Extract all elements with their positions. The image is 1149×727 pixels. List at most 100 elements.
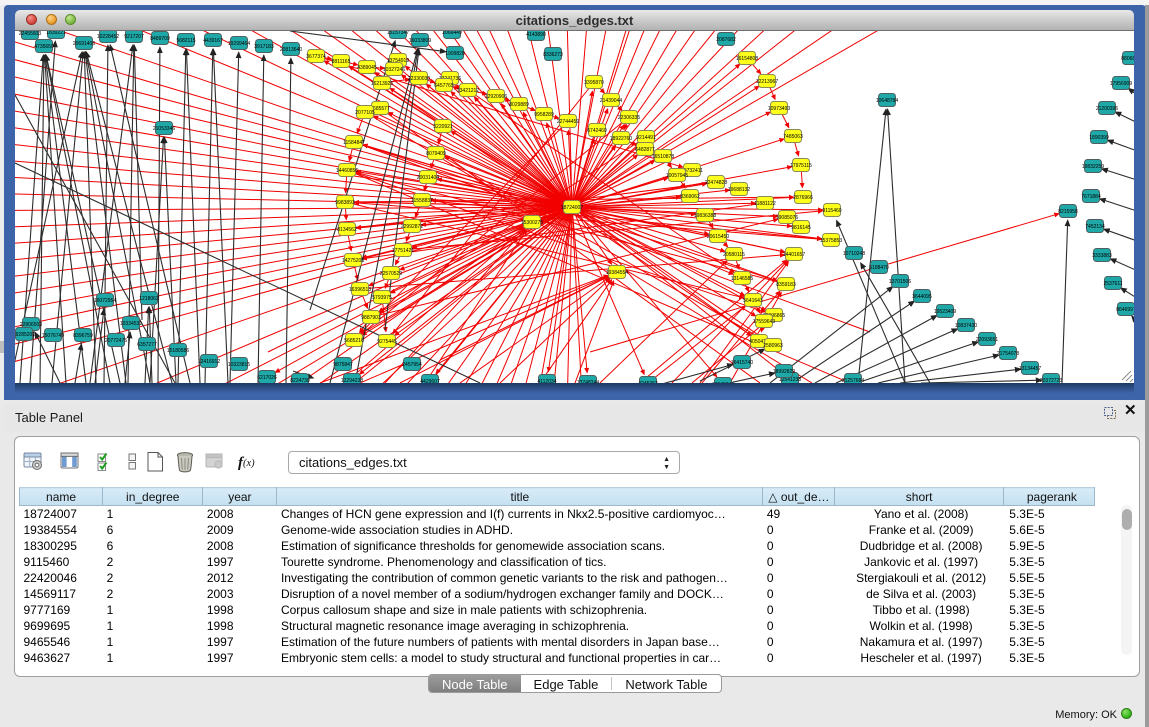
svg-text:15180586: 15180586 (167, 348, 189, 354)
svg-text:4429607: 4429607 (420, 379, 440, 383)
svg-text:8134562: 8134562 (337, 227, 357, 233)
svg-text:21754078: 21754078 (997, 351, 1019, 357)
svg-text:4143890: 4143890 (526, 32, 546, 38)
svg-text:9217207: 9217207 (124, 34, 144, 40)
svg-text:9875847: 9875847 (333, 362, 353, 368)
svg-text:14401657: 14401657 (783, 252, 805, 258)
svg-text:2087682: 2087682 (716, 37, 736, 43)
svg-text:17956909: 17956909 (1110, 81, 1132, 87)
svg-text:9887903: 9887903 (361, 315, 381, 321)
svg-text:8079409: 8079409 (426, 151, 446, 157)
svg-text:9275445: 9275445 (377, 339, 397, 345)
svg-text:10837430: 10837430 (955, 323, 977, 329)
svg-text:16072954: 16072954 (94, 298, 116, 304)
svg-text:5682115: 5682115 (176, 38, 195, 44)
svg-text:5641643: 5641643 (743, 298, 763, 304)
svg-text:17975115: 17975115 (790, 163, 812, 169)
svg-text:10973493: 10973493 (768, 106, 790, 112)
svg-text:16033809: 16033809 (409, 38, 431, 44)
svg-text:18922760: 18922760 (610, 136, 632, 142)
svg-text:5188470: 5188470 (869, 265, 889, 271)
svg-text:9214491: 9214491 (636, 135, 656, 141)
svg-text:22093651: 22093651 (976, 337, 998, 343)
svg-text:6357277: 6357277 (137, 342, 157, 348)
svg-text:19285201: 19285201 (15, 332, 35, 338)
svg-text:8215958: 8215958 (1058, 209, 1078, 215)
svg-text:16213925: 16213925 (371, 81, 393, 87)
svg-text:6217026: 6217026 (257, 375, 277, 381)
svg-text:13421212: 13421212 (457, 88, 479, 94)
svg-text:8396759: 8396759 (73, 333, 93, 339)
svg-text:9983893: 9983893 (335, 200, 355, 206)
svg-text:5793975: 5793975 (372, 295, 392, 301)
svg-text:16415740: 16415740 (731, 360, 753, 366)
svg-text:20031404: 20031404 (417, 175, 439, 181)
svg-text:22474828: 22474828 (705, 180, 727, 186)
svg-text:15157347: 15157347 (387, 31, 409, 36)
svg-text:13134457: 13134457 (1019, 366, 1041, 372)
svg-text:4245263: 4245263 (638, 381, 658, 383)
svg-text:2066449: 2066449 (442, 31, 462, 36)
svg-text:11584847: 11584847 (343, 140, 365, 146)
svg-text:8359183: 8359183 (776, 282, 796, 288)
svg-text:10327246: 10327246 (383, 67, 405, 73)
svg-text:2077105: 2077105 (355, 110, 375, 116)
svg-text:8369062: 8369062 (680, 194, 700, 200)
svg-text:16510878: 16510878 (652, 154, 674, 160)
svg-text:9115460: 9115460 (822, 208, 841, 214)
svg-text:1218062: 1218062 (139, 296, 159, 302)
svg-text:8224730: 8224730 (290, 378, 310, 383)
svg-text:19688132: 19688132 (728, 187, 750, 193)
svg-text:11881122: 11881122 (754, 201, 776, 207)
svg-text:2537611: 2537611 (1103, 281, 1122, 287)
svg-text:3220921: 3220921 (433, 124, 453, 130)
svg-text:19832259: 19832259 (1082, 164, 1104, 170)
svg-text:22455603: 22455603 (19, 31, 41, 37)
svg-text:22744459: 22744459 (557, 119, 579, 125)
svg-text:19299464: 19299464 (228, 41, 250, 47)
svg-text:14275203: 14275203 (342, 258, 364, 264)
svg-text:2457954: 2457954 (402, 362, 422, 368)
svg-text:17559643: 17559643 (753, 319, 775, 325)
svg-text:9816145: 9816145 (791, 225, 811, 231)
svg-text:4735650: 4735650 (34, 44, 54, 50)
svg-text:9958289: 9958289 (534, 112, 554, 118)
svg-text:8646997: 8646997 (1116, 307, 1134, 313)
svg-text:22330030: 22330030 (408, 76, 430, 82)
svg-text:8029889: 8029889 (509, 102, 529, 108)
svg-text:2580963: 2580963 (763, 343, 783, 349)
svg-text:12213967: 12213967 (756, 79, 778, 85)
svg-text:10228452: 10228452 (97, 34, 119, 40)
svg-text:20813640: 20813640 (280, 47, 302, 53)
svg-text:10648784: 10648784 (876, 98, 898, 104)
svg-text:5685216: 5685216 (344, 338, 364, 344)
svg-text:20772475: 20772475 (105, 338, 127, 344)
svg-text:10334531: 10334531 (120, 321, 142, 327)
svg-text:19836388: 19836388 (694, 213, 716, 219)
svg-text:10057945: 10057945 (666, 173, 688, 179)
svg-text:8811165: 8811165 (332, 59, 351, 65)
svg-text:8489709: 8489709 (150, 36, 170, 42)
svg-text:3395870: 3395870 (584, 80, 604, 86)
svg-text:3333883: 3333883 (1092, 253, 1112, 259)
svg-text:18992829: 18992829 (773, 369, 795, 375)
svg-text:12920906: 12920906 (485, 94, 507, 100)
svg-text:21053346: 21053346 (153, 126, 175, 132)
svg-text:(x): (x) (243, 458, 255, 469)
svg-text:19523409: 19523409 (934, 309, 956, 315)
svg-text:16154808: 16154808 (736, 56, 758, 62)
svg-text:15300275: 15300275 (521, 220, 543, 226)
svg-text:13045349: 13045349 (712, 382, 734, 383)
svg-text:21200396: 21200396 (1096, 106, 1118, 112)
svg-text:13748244: 13748244 (577, 380, 599, 383)
svg-text:3917183: 3917183 (254, 44, 274, 50)
svg-text:17751421: 17751421 (392, 248, 414, 254)
svg-text:13146585: 13146585 (731, 276, 753, 282)
svg-text:4389045: 4389045 (357, 65, 377, 71)
svg-text:1999828: 1999828 (445, 51, 465, 57)
svg-text:16396513: 16396513 (349, 287, 371, 293)
svg-text:15375853: 15375853 (820, 238, 842, 244)
svg-text:7485063: 7485063 (783, 134, 803, 140)
svg-text:20580115: 20580115 (723, 252, 745, 258)
svg-text:20372723: 20372723 (1040, 378, 1062, 383)
